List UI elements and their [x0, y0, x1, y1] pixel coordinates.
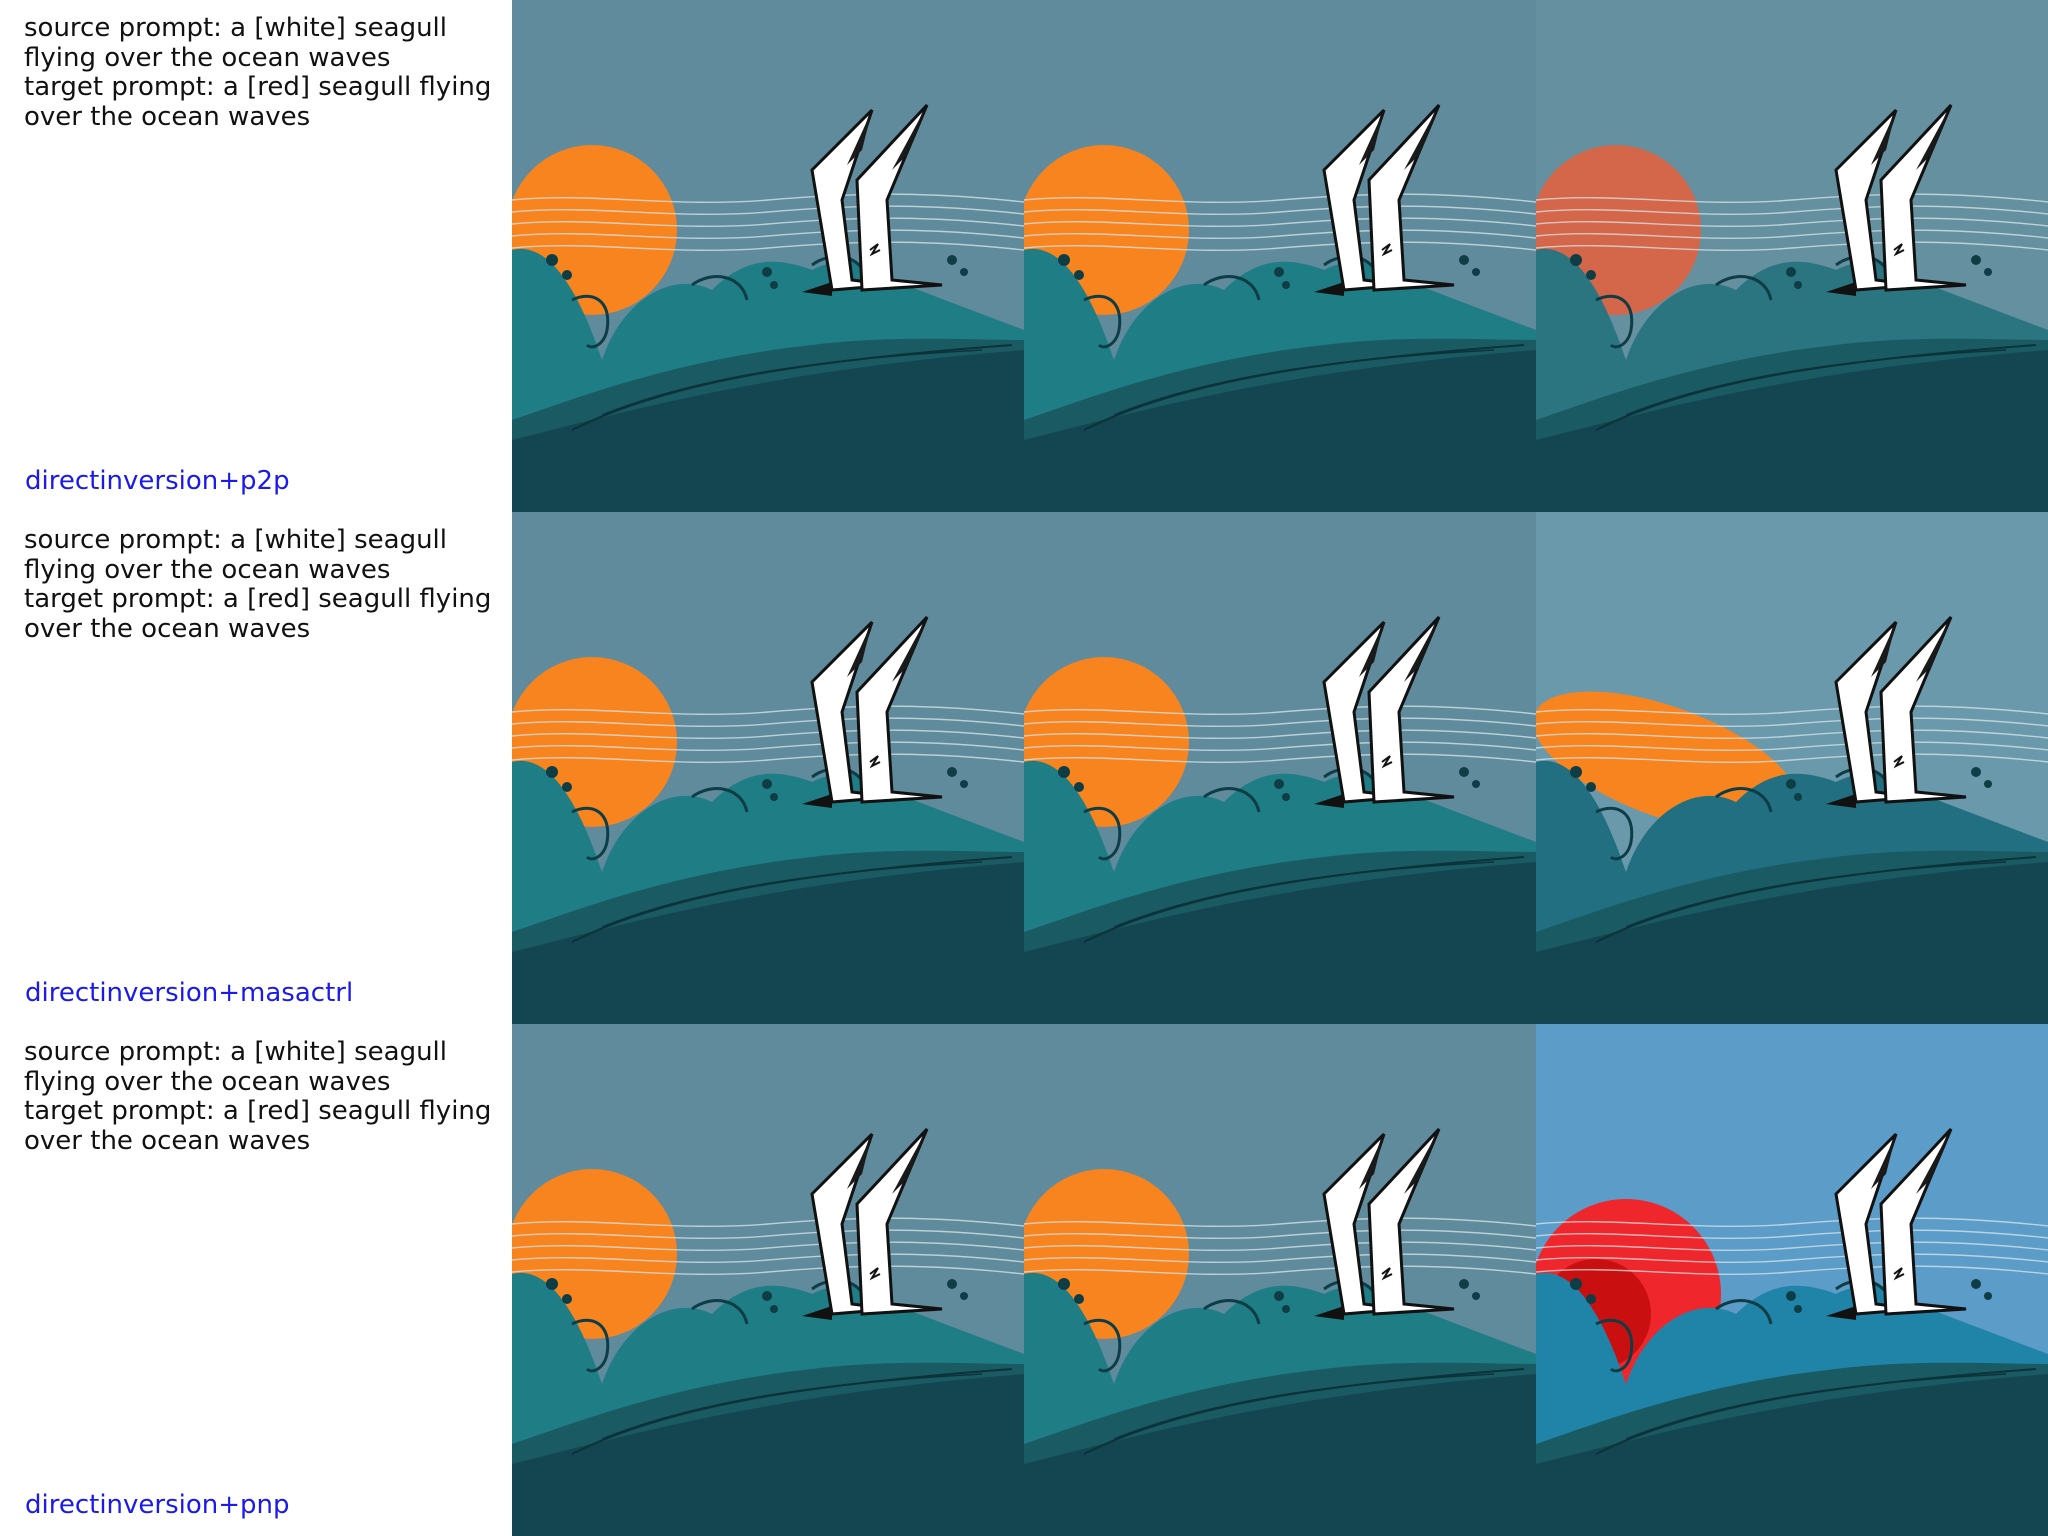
prompt-caption: source prompt: a [white] seagull flying … — [24, 13, 514, 132]
source-image — [512, 1024, 1024, 1536]
target-prompt: target prompt: a [red] seagull flying ov… — [24, 72, 492, 132]
source-image — [512, 0, 1024, 512]
method-label: directinversion+p2p — [25, 466, 290, 496]
comparison-row-pnp: source prompt: a [white] seagull flying … — [0, 1024, 2048, 1536]
target-prompt: target prompt: a [red] seagull flying ov… — [24, 1096, 492, 1156]
prompt-caption: source prompt: a [white] seagull flying … — [24, 1037, 514, 1156]
reconstruction-image — [1024, 1024, 1536, 1536]
comparison-row-p2p: source prompt: a [white] seagull flying … — [0, 0, 2048, 512]
edited-image — [1536, 512, 2048, 1024]
edited-image — [1536, 0, 2048, 512]
source-prompt: source prompt: a [white] seagull flying … — [24, 1037, 447, 1097]
edited-image — [1536, 1024, 2048, 1536]
reconstruction-image — [1024, 0, 1536, 512]
reconstruction-image — [1024, 512, 1536, 1024]
comparison-row-masactrl: source prompt: a [white] seagull flying … — [0, 512, 2048, 1024]
source-prompt: source prompt: a [white] seagull flying … — [24, 525, 447, 585]
prompt-caption: source prompt: a [white] seagull flying … — [24, 525, 514, 644]
method-label: directinversion+pnp — [25, 1490, 290, 1520]
method-label: directinversion+masactrl — [25, 978, 354, 1008]
target-prompt: target prompt: a [red] seagull flying ov… — [24, 584, 492, 644]
source-prompt: source prompt: a [white] seagull flying … — [24, 13, 447, 73]
source-image — [512, 512, 1024, 1024]
